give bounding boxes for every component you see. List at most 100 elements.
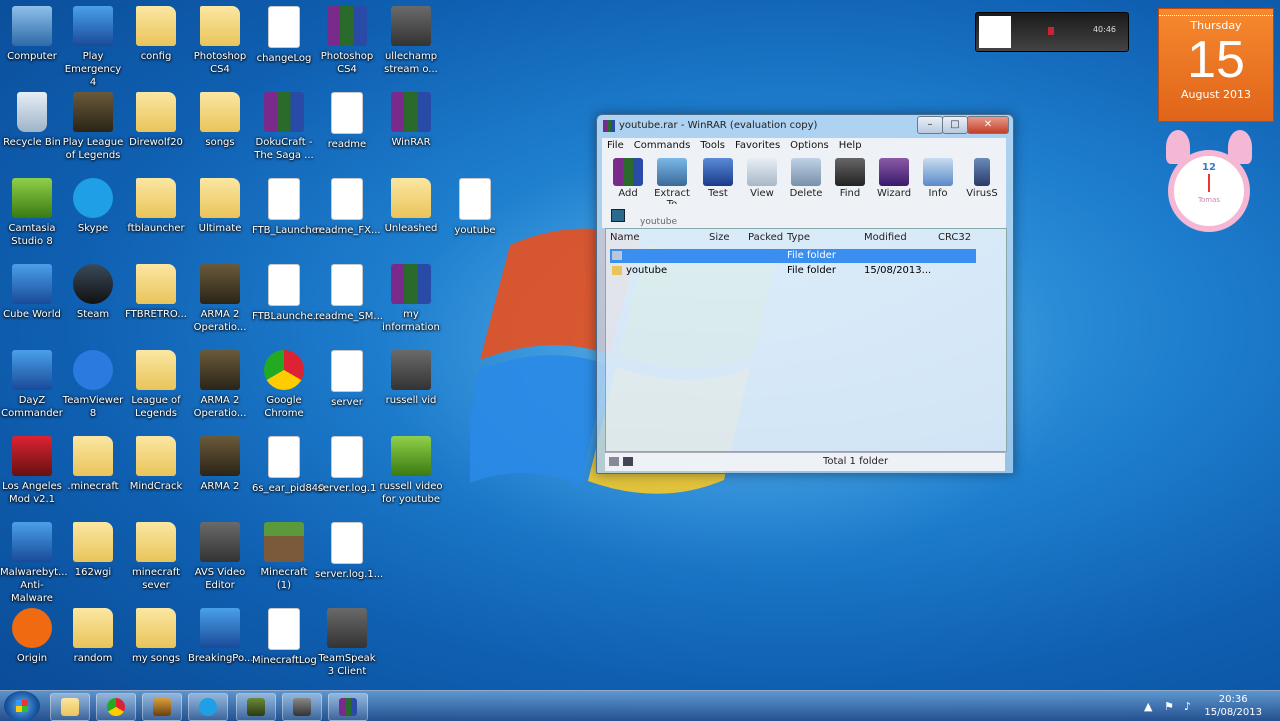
menu-tools[interactable]: Tools	[695, 138, 730, 153]
desktop-icon[interactable]: AVS Video Editor	[188, 522, 252, 592]
desktop-icon[interactable]: MindCrack	[124, 436, 188, 493]
desktop-icon[interactable]: Direwolf20	[124, 92, 188, 149]
desktop-icon[interactable]: Minecraft (1)	[252, 522, 316, 592]
desktop-icon[interactable]: Malwarebyt... Anti-Malware	[0, 522, 68, 605]
desktop-icon[interactable]: Cube World	[0, 264, 64, 321]
list-item[interactable]: File folder	[610, 249, 976, 263]
desktop-icon[interactable]: readme_FX...	[315, 178, 381, 237]
desktop-icon[interactable]: Unleashed	[379, 178, 443, 235]
desktop-icon[interactable]: Computer	[0, 6, 64, 63]
taskbar-clock[interactable]: 20:36 15/08/2013	[1204, 693, 1262, 719]
desktop-icon[interactable]: russell video for youtube	[379, 436, 443, 506]
desktop-icon[interactable]: MinecraftLog	[252, 608, 317, 667]
start-button[interactable]	[4, 691, 40, 721]
desktop-icon[interactable]: ARMA 2 Operatio...	[188, 350, 252, 420]
minimize-button[interactable]: –	[917, 116, 943, 134]
desktop-icon[interactable]: ARMA 2	[188, 436, 252, 493]
column-header-modified[interactable]: Modified	[864, 232, 907, 243]
menu-favorites[interactable]: Favorites	[730, 138, 785, 153]
desktop-icon[interactable]: BreakingPo...	[188, 608, 253, 665]
view-button[interactable]: View	[740, 156, 784, 199]
close-button[interactable]: ✕	[967, 116, 1009, 134]
desktop-icon[interactable]: Photoshop CS4	[188, 6, 252, 76]
add-button[interactable]: Add	[606, 156, 650, 199]
test-button[interactable]: Test	[696, 156, 740, 199]
taskbar-camtasia[interactable]	[236, 693, 276, 721]
action-center-icon[interactable]: ⚑	[1164, 700, 1176, 713]
desktop-icon[interactable]: readme_SM...	[315, 264, 383, 323]
desktop-icon[interactable]: server.log.1	[315, 436, 379, 495]
winrar-window[interactable]: youtube.rar - WinRAR (evaluation copy) –…	[596, 114, 1014, 474]
taskbar-skype[interactable]	[188, 693, 228, 721]
desktop-icon[interactable]: DokuCraft - The Saga ...	[252, 92, 316, 162]
desktop-icon[interactable]: server.log.1...	[315, 522, 383, 581]
desktop-icon[interactable]: config	[124, 6, 188, 63]
extract-to-button[interactable]: Extract To	[650, 156, 694, 210]
list-item[interactable]: youtube File folder 15/08/2013...	[610, 264, 976, 278]
desktop-icon[interactable]: server	[315, 350, 379, 409]
desktop-icon[interactable]: TeamViewer 8	[61, 350, 125, 420]
clock-gadget[interactable]: 12 Tomas	[1158, 130, 1258, 240]
column-header-type[interactable]: Type	[787, 232, 810, 243]
desktop-icon[interactable]: .minecraft	[61, 436, 125, 493]
desktop-icon[interactable]: Origin	[0, 608, 64, 665]
desktop-icon[interactable]: readme	[315, 92, 379, 151]
delete-button[interactable]: Delete	[784, 156, 828, 199]
desktop-icon[interactable]: Los Angeles Mod v2.1	[0, 436, 64, 506]
taskbar-winrar[interactable]	[328, 693, 368, 721]
desktop-icon[interactable]: songs	[188, 92, 252, 149]
desktop-icon[interactable]: WinRAR	[379, 92, 443, 149]
desktop-icon[interactable]: Steam	[61, 264, 125, 321]
info-button[interactable]: Info	[916, 156, 960, 199]
maximize-button[interactable]: □	[942, 116, 968, 134]
up-folder-icon[interactable]	[611, 209, 625, 222]
wizard-button[interactable]: Wizard	[872, 156, 916, 199]
desktop-icon[interactable]: Camtasia Studio 8	[0, 178, 64, 248]
menu-commands[interactable]: Commands	[629, 138, 696, 153]
find-button[interactable]: Find	[828, 156, 872, 199]
desktop-icon[interactable]: russell vid	[379, 350, 443, 407]
calendar-gadget[interactable]: Thursday 15 August 2013	[1158, 8, 1274, 122]
desktop-icon[interactable]: my songs	[124, 608, 188, 665]
volume-icon[interactable]: ♪	[1184, 700, 1196, 713]
desktop-icon[interactable]: changeLog	[252, 6, 316, 65]
taskbar-explorer[interactable]	[50, 693, 90, 721]
desktop-icon[interactable]: League of Legends	[124, 350, 188, 420]
desktop-icon[interactable]: Recycle Bin	[0, 92, 64, 149]
menu-help[interactable]: Help	[834, 138, 867, 153]
desktop-icon[interactable]: ftblauncher	[124, 178, 188, 235]
desktop-icon[interactable]: Play Emergency 4	[61, 6, 125, 89]
desktop-icon[interactable]: Ultimate	[188, 178, 252, 235]
desktop-icon[interactable]: youtube	[443, 178, 507, 237]
column-header-crc32[interactable]: CRC32	[938, 232, 971, 243]
menu-options[interactable]: Options	[785, 138, 834, 153]
desktop-icon[interactable]: ullechamp stream o...	[379, 6, 443, 76]
desktop-icon[interactable]: ARMA 2 Operatio...	[188, 264, 252, 334]
column-header-name[interactable]: Name	[610, 232, 640, 243]
taskbar-app[interactable]	[282, 693, 322, 721]
desktop-icon[interactable]: FTB_Launcher	[252, 178, 322, 237]
desktop-icon[interactable]: random	[61, 608, 125, 665]
show-hidden-icons-icon[interactable]: ▲	[1144, 700, 1156, 713]
desktop-icon[interactable]: FTBLaunche...	[252, 264, 322, 323]
desktop-icon[interactable]: Play League of Legends	[61, 92, 125, 162]
desktop-icon[interactable]: Skype	[61, 178, 125, 235]
media-widget[interactable]: 40:46	[975, 12, 1129, 52]
taskbar-game[interactable]	[142, 693, 182, 721]
title-bar[interactable]: youtube.rar - WinRAR (evaluation copy) –…	[597, 115, 1013, 137]
desktop-icon[interactable]: my information	[379, 264, 443, 334]
menu-file[interactable]: File	[602, 138, 629, 153]
desktop-icon[interactable]: FTBRETRO...	[124, 264, 188, 321]
column-header-size[interactable]: Size	[709, 232, 730, 243]
file-list[interactable]: Name Size Packed Type Modified CRC32 Fil…	[605, 228, 1007, 452]
virusscan-button[interactable]: VirusS	[960, 156, 1004, 199]
desktop-icon[interactable]: 6s_ear_pid840	[252, 436, 325, 495]
desktop-icon[interactable]: Google Chrome	[252, 350, 316, 420]
taskbar-chrome[interactable]	[96, 693, 136, 721]
desktop-icon[interactable]: 162wgi	[61, 522, 125, 579]
desktop-icon[interactable]: DayZ Commander	[0, 350, 64, 420]
desktop-icon[interactable]: TeamSpeak 3 Client	[315, 608, 379, 678]
desktop-icon[interactable]: Photoshop CS4	[315, 6, 379, 76]
desktop-icon[interactable]: minecraft sever	[124, 522, 188, 592]
column-header-packed[interactable]: Packed	[748, 232, 783, 243]
